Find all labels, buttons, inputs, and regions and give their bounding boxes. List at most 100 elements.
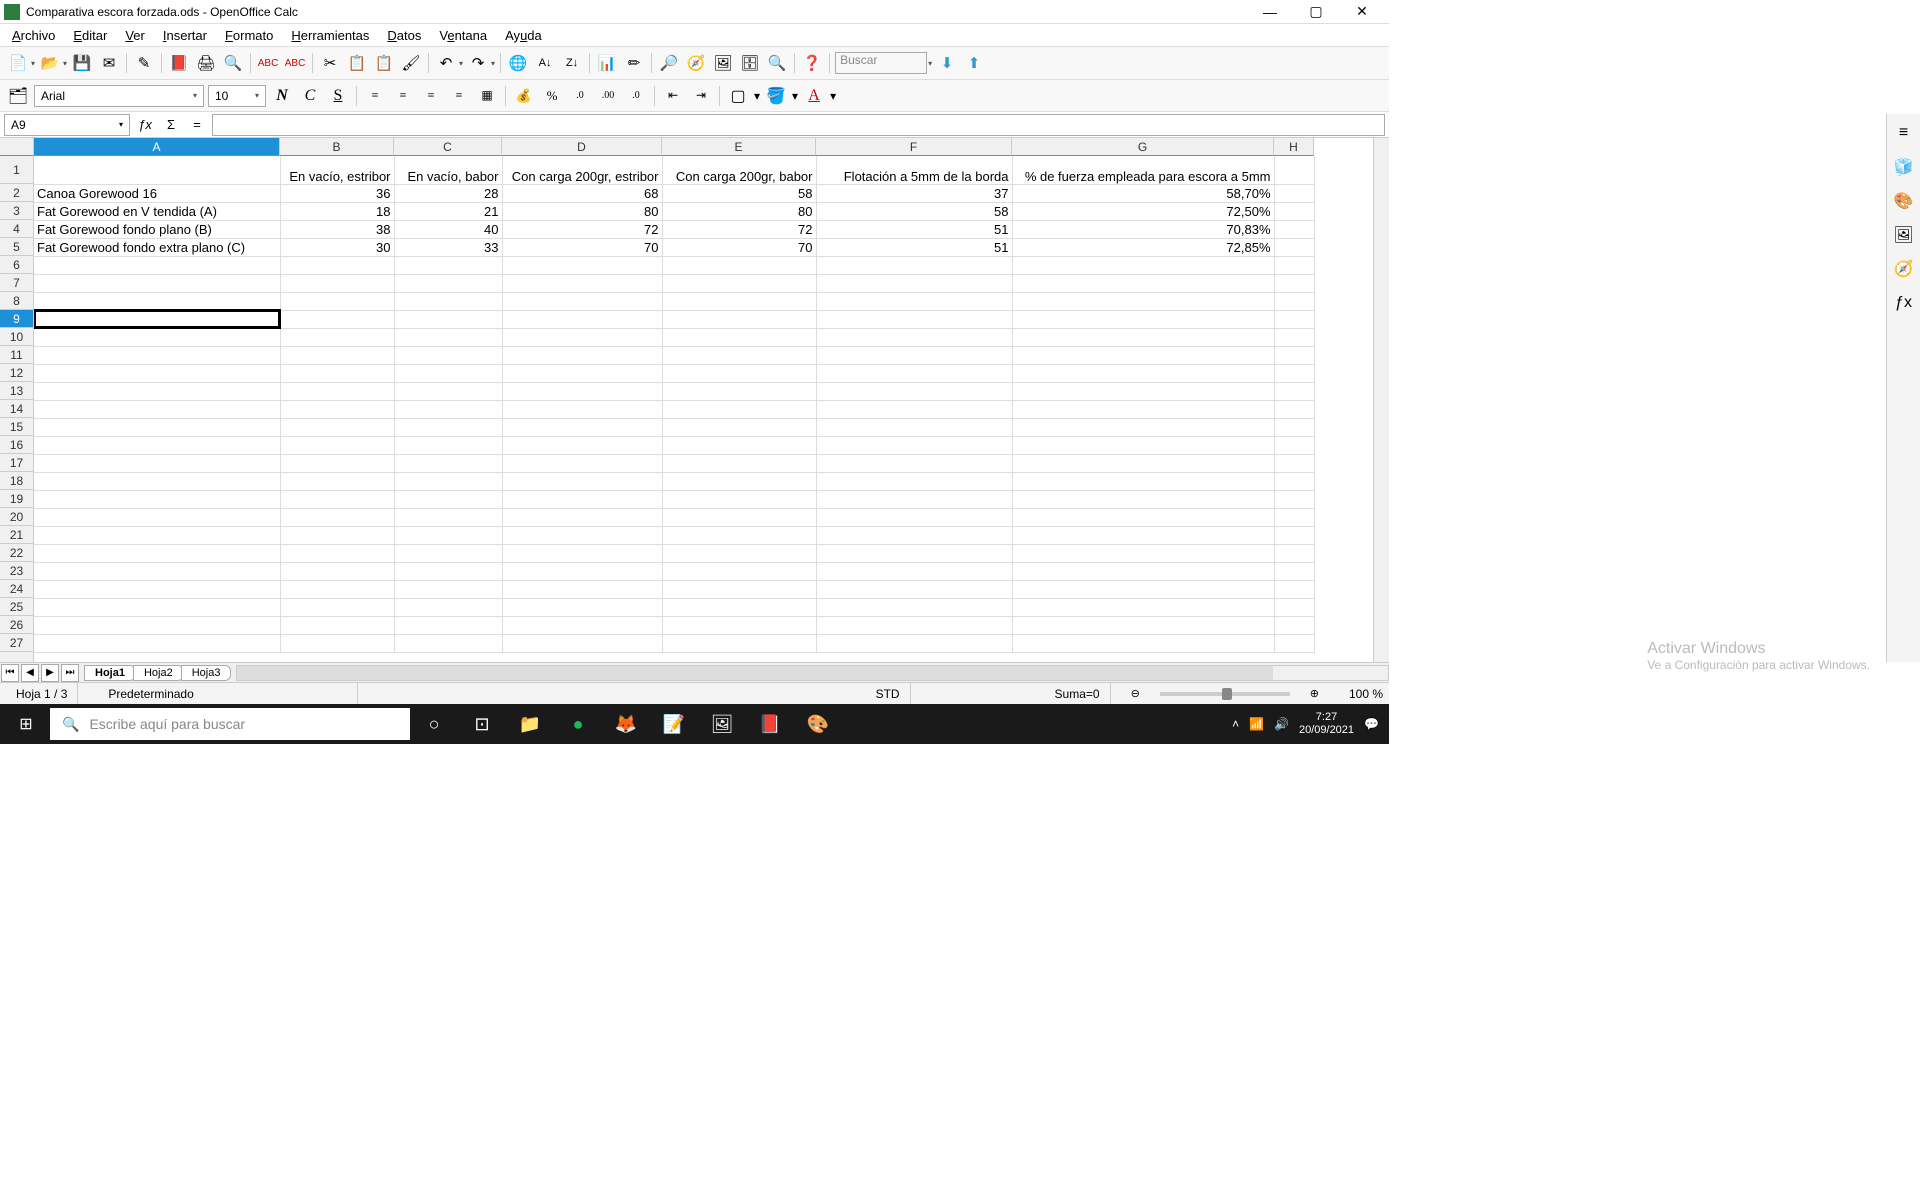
- row-header-4[interactable]: 4: [0, 220, 33, 238]
- column-header-H[interactable]: H: [1274, 138, 1314, 156]
- column-header-G[interactable]: G: [1012, 138, 1274, 156]
- horizontal-scrollbar[interactable]: [236, 665, 1389, 681]
- row-header-18[interactable]: 18: [0, 472, 33, 490]
- cell-A16[interactable]: [34, 436, 280, 454]
- cell-E14[interactable]: [662, 400, 816, 418]
- sort-asc-icon[interactable]: A↓: [533, 51, 557, 75]
- cell-A27[interactable]: [34, 634, 280, 652]
- cell-B2[interactable]: 36: [280, 184, 394, 202]
- maximize-button[interactable]: ▢: [1293, 1, 1339, 23]
- cell-E26[interactable]: [662, 616, 816, 634]
- menu-ayuda[interactable]: Ayuda: [497, 26, 550, 45]
- cell-C13[interactable]: [394, 382, 502, 400]
- cell-C10[interactable]: [394, 328, 502, 346]
- cell-H16[interactable]: [1274, 436, 1314, 454]
- cell-F13[interactable]: [816, 382, 1012, 400]
- row-header-1[interactable]: 1: [0, 156, 33, 184]
- cell-B23[interactable]: [280, 562, 394, 580]
- cell-E5[interactable]: 70: [662, 238, 816, 256]
- cell-F6[interactable]: [816, 256, 1012, 274]
- cell-G8[interactable]: [1012, 292, 1274, 310]
- sidebar-styles-icon[interactable]: 🎨: [1891, 188, 1917, 214]
- cell-E4[interactable]: 72: [662, 220, 816, 238]
- cell-A22[interactable]: [34, 544, 280, 562]
- cell-D7[interactable]: [502, 274, 662, 292]
- cell-D26[interactable]: [502, 616, 662, 634]
- gallery-icon[interactable]: 🖼: [711, 51, 735, 75]
- help-icon[interactable]: ❓: [800, 51, 824, 75]
- number-icon[interactable]: .0: [568, 84, 592, 108]
- cell-C26[interactable]: [394, 616, 502, 634]
- open-icon[interactable]: 📂: [38, 51, 62, 75]
- cell-C6[interactable]: [394, 256, 502, 274]
- merge-icon[interactable]: ▦: [475, 84, 499, 108]
- cell-B18[interactable]: [280, 472, 394, 490]
- cell-A11[interactable]: [34, 346, 280, 364]
- cell-C21[interactable]: [394, 526, 502, 544]
- cell-A1[interactable]: [34, 156, 280, 184]
- menu-editar[interactable]: Editar: [65, 26, 115, 45]
- start-button[interactable]: ⊞: [2, 704, 50, 744]
- firefox-icon[interactable]: 🦊: [602, 704, 650, 744]
- cell-E11[interactable]: [662, 346, 816, 364]
- photos-icon[interactable]: 🖼: [698, 704, 746, 744]
- row-header-13[interactable]: 13: [0, 382, 33, 400]
- cell-B17[interactable]: [280, 454, 394, 472]
- cell-C20[interactable]: [394, 508, 502, 526]
- taskview-icon[interactable]: ⊡: [458, 704, 506, 744]
- cell-E8[interactable]: [662, 292, 816, 310]
- cell-C4[interactable]: 40: [394, 220, 502, 238]
- cell-B22[interactable]: [280, 544, 394, 562]
- borders-icon[interactable]: ▢: [726, 84, 750, 108]
- cell-C17[interactable]: [394, 454, 502, 472]
- sheet-tab-hoja2[interactable]: Hoja2: [133, 665, 184, 681]
- cell-G26[interactable]: [1012, 616, 1274, 634]
- spellcheck-icon[interactable]: ABC: [256, 51, 280, 75]
- cell-C18[interactable]: [394, 472, 502, 490]
- cell-G17[interactable]: [1012, 454, 1274, 472]
- cell-D2[interactable]: 68: [502, 184, 662, 202]
- cell-D12[interactable]: [502, 364, 662, 382]
- cell-G3[interactable]: 72,50%: [1012, 202, 1274, 220]
- cell-E25[interactable]: [662, 598, 816, 616]
- cell-B10[interactable]: [280, 328, 394, 346]
- copy-icon[interactable]: 📋: [345, 51, 369, 75]
- cell-C22[interactable]: [394, 544, 502, 562]
- cell-D5[interactable]: 70: [502, 238, 662, 256]
- remove-decimal-icon[interactable]: .0: [624, 84, 648, 108]
- cell-D17[interactable]: [502, 454, 662, 472]
- cell-A19[interactable]: [34, 490, 280, 508]
- cell-reference-input[interactable]: A9▾: [4, 114, 130, 136]
- cell-H17[interactable]: [1274, 454, 1314, 472]
- cell-E6[interactable]: [662, 256, 816, 274]
- tab-last-button[interactable]: ⏭: [61, 664, 79, 682]
- cell-B21[interactable]: [280, 526, 394, 544]
- cell-G15[interactable]: [1012, 418, 1274, 436]
- cell-F5[interactable]: 51: [816, 238, 1012, 256]
- cell-D10[interactable]: [502, 328, 662, 346]
- row-header-21[interactable]: 21: [0, 526, 33, 544]
- menu-datos[interactable]: Datos: [379, 26, 429, 45]
- currency-icon[interactable]: 💰: [512, 84, 536, 108]
- column-header-B[interactable]: B: [280, 138, 394, 156]
- cell-A2[interactable]: Canoa Gorewood 16: [34, 184, 280, 202]
- cell-G13[interactable]: [1012, 382, 1274, 400]
- cell-F1[interactable]: Flotación a 5mm de la borda: [816, 156, 1012, 184]
- cell-E22[interactable]: [662, 544, 816, 562]
- cell-G21[interactable]: [1012, 526, 1274, 544]
- cell-G11[interactable]: [1012, 346, 1274, 364]
- cell-E20[interactable]: [662, 508, 816, 526]
- sum-icon[interactable]: Σ: [160, 114, 182, 136]
- formula-input[interactable]: [212, 114, 1385, 136]
- cell-B25[interactable]: [280, 598, 394, 616]
- cell-D18[interactable]: [502, 472, 662, 490]
- row-header-27[interactable]: 27: [0, 634, 33, 652]
- row-header-7[interactable]: 7: [0, 274, 33, 292]
- cell-D14[interactable]: [502, 400, 662, 418]
- cell-H12[interactable]: [1274, 364, 1314, 382]
- cell-A17[interactable]: [34, 454, 280, 472]
- row-header-12[interactable]: 12: [0, 364, 33, 382]
- cell-B3[interactable]: 18: [280, 202, 394, 220]
- row-header-10[interactable]: 10: [0, 328, 33, 346]
- cell-F12[interactable]: [816, 364, 1012, 382]
